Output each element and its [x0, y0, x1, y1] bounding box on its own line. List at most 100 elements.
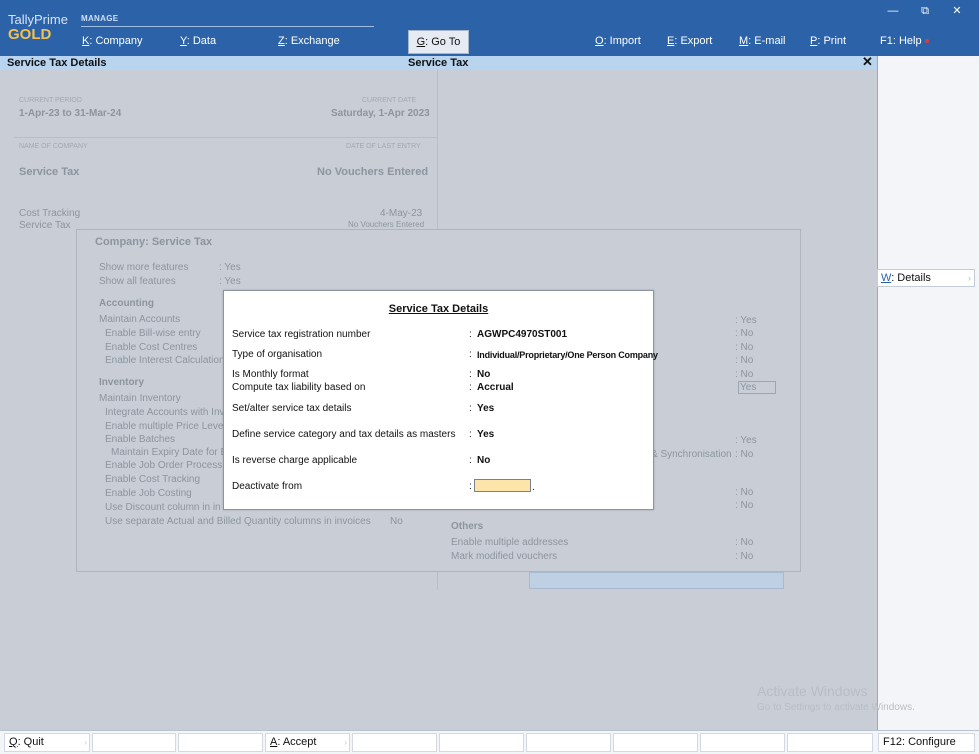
maintain-expiry-label: Maintain Expiry Date for B — [111, 447, 228, 458]
registration-number-field[interactable]: AGWPC4970ST001 — [477, 329, 567, 340]
activate-windows-title: Activate Windows — [757, 683, 868, 699]
field-label-define-category: Define service category and tax details … — [232, 429, 456, 440]
company-title: Service Tax — [408, 57, 469, 69]
enable-price-levels-label: Enable multiple Price Level — [105, 421, 226, 432]
company-name[interactable]: Service Tax — [19, 166, 79, 178]
manage-divider — [81, 26, 374, 27]
close-icon[interactable]: ✕ — [862, 55, 873, 69]
tax-liability-basis-field[interactable]: Accrual — [477, 382, 514, 393]
feature-value-2: : No — [735, 328, 754, 339]
background-rule — [14, 137, 438, 138]
field-colon: : — [469, 329, 472, 340]
field-colon: : — [469, 429, 472, 440]
menu-email[interactable]: M: E-mail — [739, 35, 785, 47]
field-label-monthly-format: Is Monthly format — [232, 369, 309, 380]
reverse-charge-field[interactable]: No — [477, 455, 490, 466]
feature-value-7: : Yes — [735, 435, 757, 446]
button-panel — [877, 56, 979, 754]
monthly-format-field[interactable]: No — [477, 369, 490, 380]
feature-value-1: : Yes — [735, 315, 757, 326]
bottom-button-bar: Q: Quit › A: Accept › F12: Configure — [0, 730, 979, 754]
menu-import[interactable]: O: Import — [595, 35, 641, 47]
mark-modified-label: Mark modified vouchers — [451, 551, 558, 562]
configure-button[interactable]: F12: Configure — [878, 733, 975, 752]
feature-value-5: : No — [735, 369, 754, 380]
help-alert-dot-icon — [924, 39, 929, 44]
show-more-label: Show more features — [99, 262, 189, 273]
use-separate-value: No — [390, 516, 403, 527]
brand-edition: GOLD — [8, 26, 52, 43]
cost-tracking-date: 4-May-23 — [380, 208, 423, 219]
menu-goto[interactable]: G: Go To — [408, 30, 469, 54]
service-tax-row-value: No Vouchers Entered — [348, 220, 425, 229]
current-date-value: Saturday, 1-Apr 2023 — [331, 108, 430, 119]
background-scroll-bar — [529, 572, 784, 589]
window-close-icon[interactable]: ✕ — [941, 4, 973, 17]
bottom-slot-2[interactable] — [92, 733, 176, 752]
accept-button[interactable]: A: Accept › — [265, 733, 350, 752]
current-period-value: 1-Apr-23 to 31-Mar-24 — [19, 108, 122, 119]
others-heading: Others — [451, 521, 484, 532]
sync-value: : No — [735, 449, 754, 460]
field-label-organisation: Type of organisation — [232, 349, 323, 360]
maintain-inventory-label: Maintain Inventory — [99, 393, 181, 404]
sync-label: & Synchronisation — [651, 449, 732, 460]
menu-print[interactable]: P: Print — [810, 35, 846, 47]
integrate-accounts-label: Integrate Accounts with Inv — [105, 407, 225, 418]
menu-data[interactable]: Y: Data — [180, 35, 216, 47]
field-label-tax-liability: Compute tax liability based on — [232, 382, 366, 393]
organisation-type-field[interactable]: Individual/Proprietary/One Person Compan… — [477, 350, 658, 360]
window-controls: — ⧉ ✕ — [877, 4, 973, 18]
field-label-reverse-charge: Is reverse charge applicable — [232, 455, 358, 466]
restore-icon[interactable]: ⧉ — [909, 5, 941, 18]
field-label-set-alter: Set/alter service tax details — [232, 403, 352, 414]
field-colon: : — [469, 349, 472, 360]
deactivate-from-input[interactable] — [474, 479, 531, 492]
feature-value-4: : No — [735, 355, 754, 366]
menu-help[interactable]: F1: Help — [880, 35, 929, 47]
define-category-field[interactable]: Yes — [477, 429, 494, 440]
enable-cost-centres-label: Enable Cost Centres — [105, 342, 198, 353]
enable-bill-wise-label: Enable Bill-wise entry — [105, 328, 201, 339]
enable-interest-label: Enable Interest Calculation — [105, 355, 225, 366]
minimize-icon[interactable]: — — [877, 5, 909, 17]
brand-name: TallyPrime — [8, 12, 68, 27]
top-menu-bar — [0, 0, 979, 56]
field-colon: : — [469, 455, 472, 466]
chevron-right-icon: › — [84, 738, 87, 747]
bottom-slot-6[interactable] — [439, 733, 524, 752]
field-label-deactivate: Deactivate from — [232, 481, 303, 492]
chevron-right-icon: › — [344, 738, 347, 747]
bottom-slot-7[interactable] — [526, 733, 611, 752]
show-more-value: : Yes — [219, 262, 241, 273]
feature-value-9: : No — [735, 500, 754, 511]
screen-title: Service Tax Details — [7, 57, 107, 69]
menu-exchange[interactable]: Z: Exchange — [278, 35, 340, 47]
field-label-registration: Service tax registration number — [232, 329, 371, 340]
bottom-slot-3[interactable] — [178, 733, 263, 752]
use-separate-label: Use separate Actual and Billed Quantity … — [105, 516, 371, 527]
name-of-company-label: NAME OF COMPANY — [19, 143, 88, 150]
bottom-slot-8[interactable] — [613, 733, 698, 752]
current-date-label: CURRENT DATE — [362, 97, 417, 104]
field-colon: : — [469, 481, 472, 492]
set-alter-details-field[interactable]: Yes — [477, 403, 494, 414]
inventory-heading: Inventory — [99, 377, 145, 388]
bottom-slot-9[interactable] — [700, 733, 785, 752]
enable-job-costing-label: Enable Job Costing — [105, 488, 192, 499]
chevron-right-icon: › — [968, 273, 971, 283]
details-button[interactable]: W: Details › — [877, 269, 975, 287]
company-panel-title: Company: Service Tax — [95, 236, 213, 248]
enable-batches-label: Enable Batches — [105, 434, 176, 445]
quit-button[interactable]: Q: Quit › — [4, 733, 90, 752]
menu-company[interactable]: K: Company — [82, 35, 143, 47]
mark-modified-value: : No — [735, 551, 754, 562]
bottom-slot-10[interactable] — [787, 733, 873, 752]
bottom-slot-5[interactable] — [352, 733, 437, 752]
field-colon: : — [469, 369, 472, 380]
menu-export[interactable]: E: Export — [667, 35, 712, 47]
date-of-last-entry-label: DATE OF LAST ENTRY — [346, 143, 421, 150]
field-terminator: . — [532, 482, 535, 493]
enable-job-order-label: Enable Job Order Process — [105, 460, 223, 471]
activate-windows-hint: Go to Settings to activate Windows. — [757, 702, 915, 713]
